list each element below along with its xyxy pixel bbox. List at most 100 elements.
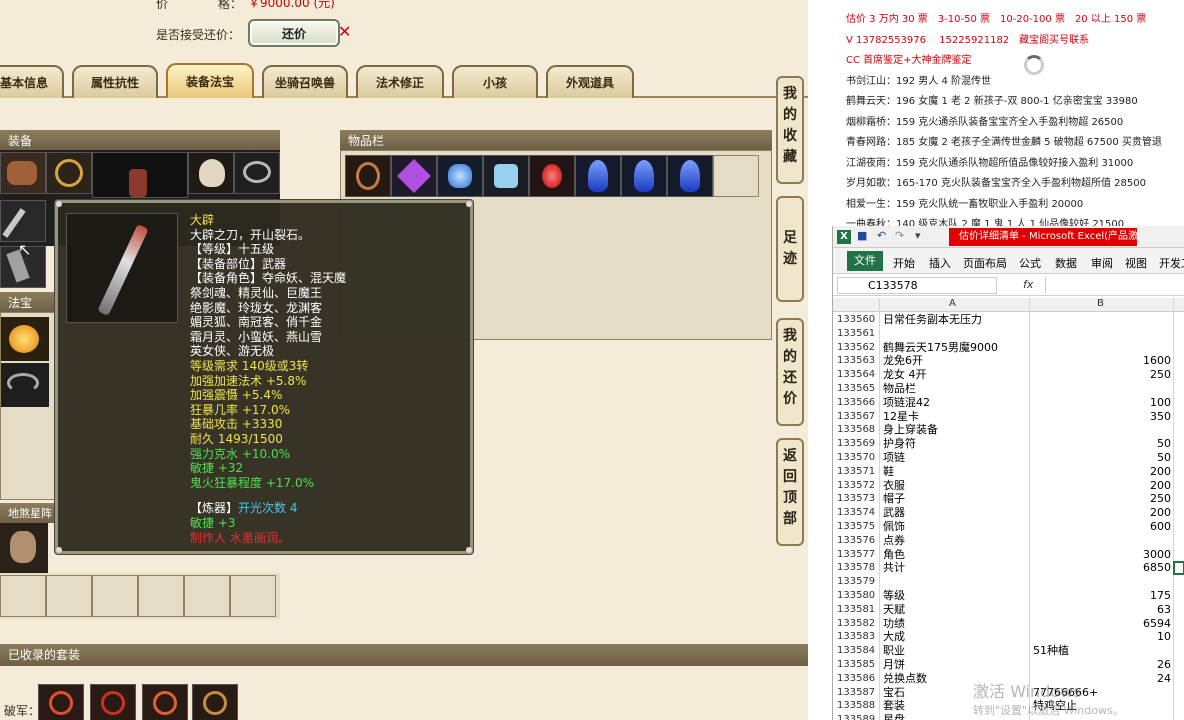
row-number[interactable]: 133588 [837,699,879,713]
tab-spell-mods[interactable]: 法术修正 [356,65,444,98]
cell-a[interactable]: 宝石 [883,686,905,700]
cell-a[interactable]: 鞋 [883,465,894,479]
cell-a[interactable]: 身上穿装备 [883,423,938,437]
set-item-1[interactable] [38,684,84,720]
row-number[interactable]: 133585 [837,658,879,672]
cell-b[interactable]: 50 [1033,437,1171,451]
row-number[interactable]: 133586 [837,672,879,686]
empty-slot[interactable] [0,575,46,617]
cell-a[interactable]: 龙女 4开 [883,368,927,382]
row-number[interactable]: 133568 [837,423,879,437]
cell-b[interactable]: 3000 [1033,548,1171,562]
fx-icon[interactable]: fx [1023,278,1033,291]
footprints-button[interactable]: 足迹 [776,196,804,302]
cell-b[interactable]: 6850 [1033,561,1171,575]
my-bargains-button[interactable]: 我的还价 [776,318,804,426]
cell-a[interactable]: 点券 [883,534,905,548]
menu-view[interactable]: 视图 [1125,255,1147,271]
inventory-slot-1[interactable] [345,155,391,197]
cell-b[interactable]: 200 [1033,465,1171,479]
tab-children[interactable]: 小孩 [452,65,538,98]
cell-a[interactable]: 共计 [883,561,905,575]
row-number[interactable]: 133576 [837,534,879,548]
save-icon[interactable]: ■ [857,229,867,242]
row-number[interactable]: 133564 [837,368,879,382]
cell-a[interactable]: 佩饰 [883,520,905,534]
cell-b[interactable]: 1600 [1033,354,1171,368]
row-number[interactable]: 133581 [837,603,879,617]
inventory-slot-6[interactable] [575,155,621,197]
row-number[interactable]: 133577 [837,548,879,562]
cell-b[interactable]: 200 [1033,479,1171,493]
set-item-4[interactable] [192,684,238,720]
treasure-slot-fire[interactable] [1,317,49,361]
cell-b[interactable]: 63 [1033,603,1171,617]
cell-a[interactable]: 帽子 [883,492,905,506]
inventory-slot-8[interactable] [667,155,713,197]
row-number[interactable]: 133561 [837,327,879,341]
inventory-slot-9[interactable] [713,155,759,197]
cell-a[interactable]: 月饼 [883,658,905,672]
cell-a[interactable]: 天赋 [883,603,905,617]
tab-equipment[interactable]: 装备法宝 [166,63,254,98]
cell-a[interactable]: 龙免6开 [883,354,923,368]
cell-b[interactable]: 175 [1033,589,1171,603]
back-to-top-button[interactable]: 返回顶部 [776,438,804,546]
inventory-slot-5[interactable] [529,155,575,197]
cell-a[interactable]: 衣服 [883,479,905,493]
row-number[interactable]: 133575 [837,520,879,534]
row-number[interactable]: 133582 [837,617,879,631]
set-item-3[interactable] [142,684,188,720]
inventory-slot-7[interactable] [621,155,667,197]
cell-b[interactable]: 600 [1033,520,1171,534]
cell-a[interactable]: 项链 [883,451,905,465]
earth-star-slot[interactable] [0,523,48,573]
equipment-slot-necklace[interactable] [46,152,92,194]
row-number[interactable]: 133566 [837,396,879,410]
row-number[interactable]: 133573 [837,492,879,506]
tab-appearance[interactable]: 外观道具 [546,65,634,98]
cell-b[interactable]: 350 [1033,410,1171,424]
menu-home[interactable]: 开始 [893,255,915,271]
inventory-slot-2[interactable] [391,155,437,197]
empty-slot[interactable] [138,575,184,617]
selected-cell[interactable] [1173,561,1184,576]
undo-icon[interactable]: ↶ [877,229,886,242]
cell-a[interactable]: 武器 [883,506,905,520]
equipment-slot-helmet[interactable] [188,152,234,194]
row-number[interactable]: 133580 [837,589,879,603]
cell-a[interactable]: 项链混42 [883,396,930,410]
tab-attributes[interactable]: 属性抗性 [72,65,158,98]
menu-formulas[interactable]: 公式 [1019,255,1041,271]
row-number[interactable]: 133565 [837,382,879,396]
row-number[interactable]: 133569 [837,437,879,451]
inventory-slot-4[interactable] [483,155,529,197]
row-number[interactable]: 133583 [837,630,879,644]
equipment-slot-armor[interactable] [0,152,46,194]
cell-b[interactable]: 26 [1033,658,1171,672]
column-header-b[interactable]: B [1097,298,1104,309]
cell-b[interactable]: 200 [1033,506,1171,520]
row-number[interactable]: 133574 [837,506,879,520]
tab-basic-info[interactable]: 基本信息 [0,65,64,98]
row-number[interactable]: 133579 [837,575,879,589]
row-number[interactable]: 133567 [837,410,879,424]
cell-b[interactable]: 100 [1033,396,1171,410]
cell-a[interactable]: 套装 [883,699,905,713]
equipment-slot-accessory[interactable] [234,152,280,194]
quick-access-dropdown-icon[interactable]: ▾ [915,229,921,242]
row-number[interactable]: 133587 [837,686,879,700]
cell-b[interactable]: 10 [1033,630,1171,644]
formula-input[interactable] [1045,277,1183,294]
my-favorites-button[interactable]: 我的收藏 [776,76,804,184]
cell-a[interactable]: 职业 [883,644,905,658]
cell-a[interactable]: 等级 [883,589,905,603]
cell-b[interactable]: 250 [1033,492,1171,506]
treasure-slot-whip[interactable] [1,363,49,407]
menu-insert[interactable]: 插入 [929,255,951,271]
cell-a[interactable]: 12星卡 [883,410,919,424]
cell-b-text[interactable]: 51种植 [1033,644,1069,658]
cell-a[interactable]: 角色 [883,548,905,562]
row-number[interactable]: 133572 [837,479,879,493]
cell-b[interactable]: 6594 [1033,617,1171,631]
